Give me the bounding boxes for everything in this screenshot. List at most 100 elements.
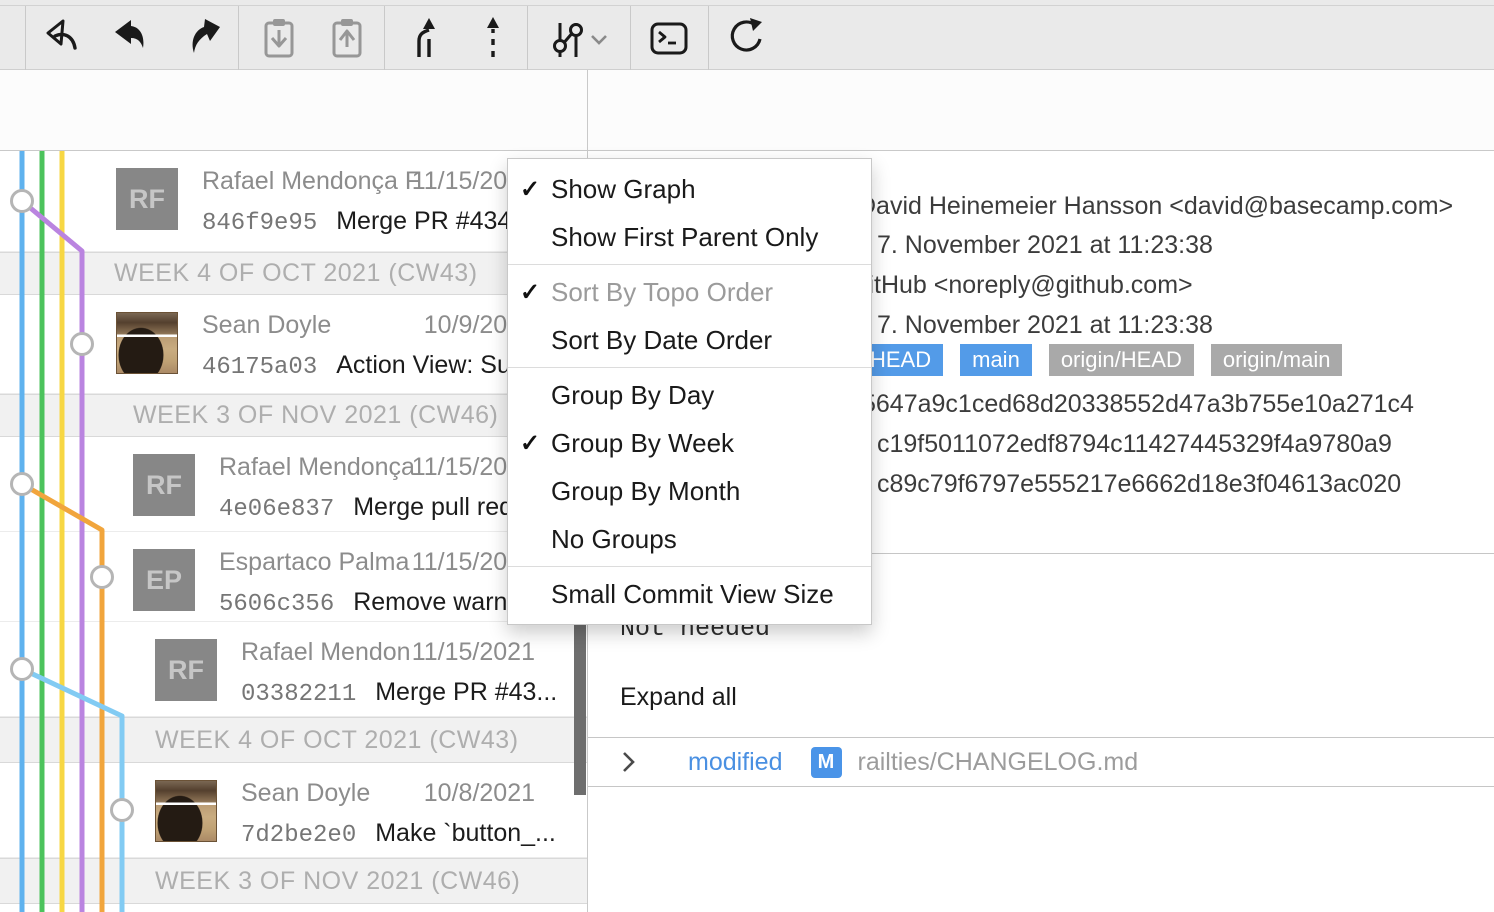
undo-button[interactable] <box>35 12 95 64</box>
menu-item-label: No Groups <box>551 524 677 555</box>
commit-row[interactable]: Sean Doyle10/9/202146175a03Action View: … <box>0 295 587 394</box>
menu-separator <box>508 264 871 265</box>
filter-bar: All Branches, Remotes, Tags ⌄ 5647a9c1 <box>0 70 1494 151</box>
menu-item-label: Group By Day <box>551 380 714 411</box>
commit-short-hash: 4e06e837 <box>219 496 334 523</box>
commit-row[interactable]: RFRafael Mendonça11/15/20214e06e837Merge… <box>0 437 587 532</box>
menu-item-group-by-day[interactable]: Group By Day <box>508 371 871 419</box>
commit-short-hash: 846f9e95 <box>202 210 317 237</box>
commit-author-name: Sean Doyle <box>202 311 331 340</box>
graph-options-icon <box>546 15 616 61</box>
section-separator <box>588 786 1494 787</box>
commit-commit-date: 7. November 2021 at 11:23:38 <box>877 311 1213 340</box>
commit-author-name: Rafael Mendonça <box>219 453 415 482</box>
ref-badge-origin-main[interactable]: origin/main <box>1211 344 1343 376</box>
week-group-label: WEEK 4 OF OCT 2021 (CW43) <box>114 259 478 288</box>
refresh-icon <box>723 15 769 61</box>
commit-author-name: Rafael Mendonça F <box>202 167 420 196</box>
menu-item-small-commit-view-size[interactable]: Small Commit View Size <box>508 570 871 618</box>
menu-item-label: Sort By Topo Order <box>551 277 773 308</box>
commit-short-hash: 46175a03 <box>202 354 317 381</box>
tree-hash: c89c79f6797e555217e6662d18e3f04613ac020 <box>877 470 1401 499</box>
commit-short-hash: 03382211 <box>241 681 356 708</box>
ref-badge-origin-head[interactable]: origin/HEAD <box>1049 344 1194 376</box>
menu-item-label: Show Graph <box>551 174 696 205</box>
check-icon: ✓ <box>520 175 551 204</box>
avatar-initials: RF <box>133 454 195 516</box>
commit-row[interactable]: RF Rafael Mendon11/15/2021 03382211 Merge P… <box>0 622 587 717</box>
week-group-header: WEEK 3 OF NOV 2021 (CW46) <box>0 858 587 904</box>
file-row[interactable]: modified Mrailties/CHANGELOG.md <box>588 738 1494 786</box>
main-toolbar <box>0 0 1494 70</box>
file-path: railties/CHANGELOG.md <box>858 748 1139 777</box>
commit-author-date: 7. November 2021 at 11:23:38 <box>877 231 1213 260</box>
file-status-label: modified <box>688 748 783 777</box>
menu-item-group-by-month[interactable]: Group By Month <box>508 467 871 515</box>
commit-committer: GitHub <noreply@github.com> <box>849 271 1193 300</box>
rebase-icon <box>470 15 516 61</box>
week-group-header: WEEK 3 OF NOV 2021 (CW46) <box>0 394 587 437</box>
week-group-label: WEEK 3 OF NOV 2021 (CW46) <box>133 401 498 430</box>
toolbar-separator <box>238 6 239 70</box>
menu-item-show-first-parent-only[interactable]: Show First Parent Only <box>508 213 871 261</box>
avatar-photo <box>155 780 217 842</box>
redo-icon <box>110 15 156 61</box>
commit-row[interactable]: Sean Doyle10/8/20217d2be2e0Make `button_… <box>0 763 587 858</box>
commit-row[interactable]: RFRafael Mendonça F11/15/2021846f9e95Mer… <box>0 151 587 252</box>
commit-date: 11/15/2021 <box>412 638 535 667</box>
toolbar-separator <box>25 6 26 70</box>
toolbar-separator <box>527 6 528 70</box>
check-icon: ✓ <box>520 278 551 307</box>
refs-row: HEADmainorigin/HEADorigin/main <box>858 344 1342 376</box>
chevron-right-icon[interactable] <box>622 751 636 773</box>
commit-author-name: Rafael Mendon <box>241 638 411 667</box>
parent-hash: c19f5011072edf8794c11427445329f4a9780a9 <box>877 430 1392 459</box>
terminal-button[interactable] <box>639 12 699 64</box>
pull-icon <box>256 15 302 61</box>
commit-author: David Heinemeier Hansson <david@basecamp… <box>858 192 1453 221</box>
navigate-forward-icon <box>178 15 224 61</box>
ref-badge-main[interactable]: main <box>960 344 1032 376</box>
week-group-label: WEEK 4 OF OCT 2021 (CW43) <box>155 726 519 755</box>
navigate-forward-button[interactable] <box>171 12 231 64</box>
commit-row[interactable]: EPEspartaco Palma11/15/20215606c356Remov… <box>0 532 587 622</box>
menu-item-label: Small Commit View Size <box>551 579 834 610</box>
menu-item-label: Show First Parent Only <box>551 222 818 253</box>
commit-message-summary: Merge PR #43... <box>375 678 557 707</box>
toolbar-separator <box>630 6 631 70</box>
commit-author-name: Sean Doyle <box>241 779 370 808</box>
week-group-header: WEEK 4 OF OCT 2021 (CW43) <box>0 717 587 763</box>
file-status-badge: M <box>811 747 842 778</box>
commit-short-hash: 5606c356 <box>219 591 334 618</box>
menu-separator <box>508 367 871 368</box>
toolbar-separator <box>708 6 709 70</box>
menu-item-no-groups[interactable]: No Groups <box>508 515 871 563</box>
menu-item-label: Group By Month <box>551 476 740 507</box>
avatar-photo <box>116 312 178 374</box>
rebase-button[interactable] <box>463 12 523 64</box>
menu-item-sort-by-date-order[interactable]: Sort By Date Order <box>508 316 871 364</box>
menu-item-show-graph[interactable]: ✓Show Graph <box>508 165 871 213</box>
toolbar-separator <box>384 6 385 70</box>
menu-item-sort-by-topo-order[interactable]: ✓Sort By Topo Order <box>508 268 871 316</box>
avatar-initials: EP <box>133 549 195 611</box>
expand-all-link[interactable]: Expand all <box>620 683 737 712</box>
redo-button[interactable] <box>103 12 163 64</box>
terminal-icon <box>646 15 692 61</box>
push-icon <box>324 15 370 61</box>
merge-button[interactable] <box>395 12 455 64</box>
commit-message-summary: Make `button_... <box>375 819 556 848</box>
undo-icon <box>42 15 88 61</box>
graph-options-menu: ✓Show GraphShow First Parent Only✓Sort B… <box>507 158 872 625</box>
commit-hash: 5647a9c1ced68d20338552d47a3b755e10a271c4 <box>862 390 1414 419</box>
refresh-button[interactable] <box>716 12 776 64</box>
week-group-header: WEEK 4 OF OCT 2021 (CW43) <box>0 252 587 295</box>
avatar-initials: RF <box>116 168 178 230</box>
pull-button[interactable] <box>249 12 309 64</box>
menu-item-group-by-week[interactable]: ✓Group By Week <box>508 419 871 467</box>
avatar-initials: RF <box>155 639 217 701</box>
graph-options-button[interactable] <box>545 12 617 64</box>
commit-author-name: Espartaco Palma <box>219 548 409 577</box>
push-button[interactable] <box>317 12 377 64</box>
menu-item-label: Sort By Date Order <box>551 325 772 356</box>
